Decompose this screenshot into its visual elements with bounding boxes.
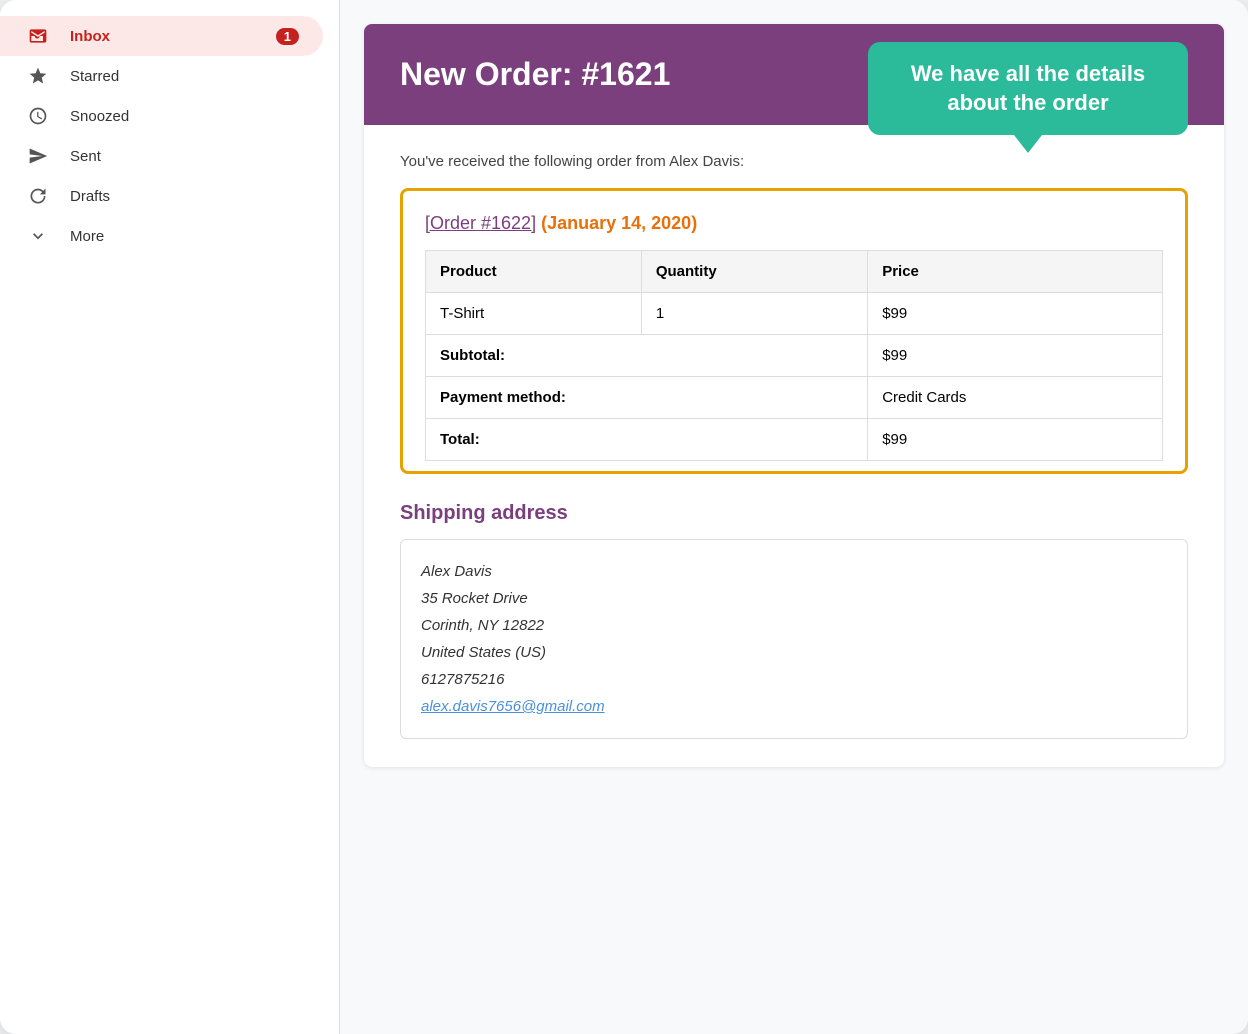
sidebar: Inbox 1 Starred Snoozed Sent <box>0 0 340 1034</box>
address-city-state: Corinth, NY 12822 <box>421 612 1167 639</box>
address-box: Alex Davis 35 Rocket Drive Corinth, NY 1… <box>400 539 1188 739</box>
order-title: [Order #1622] (January 14, 2020) <box>425 213 1163 234</box>
address-country: United States (US) <box>421 639 1167 666</box>
sidebar-item-sent-label: Sent <box>70 148 299 165</box>
sidebar-item-snoozed-label: Snoozed <box>70 108 299 125</box>
address-email[interactable]: alex.davis7656@gmail.com <box>421 698 605 715</box>
total-value: $99 <box>868 419 1163 461</box>
total-label: Total: <box>426 419 868 461</box>
sidebar-item-snoozed[interactable]: Snoozed <box>0 96 323 136</box>
drafts-icon <box>24 186 52 206</box>
col-product: Product <box>426 251 642 293</box>
sidebar-item-starred[interactable]: Starred <box>0 56 323 96</box>
payment-row: Payment method: Credit Cards <box>426 377 1163 419</box>
subtotal-value: $99 <box>868 335 1163 377</box>
sidebar-item-inbox-label: Inbox <box>70 28 276 45</box>
sidebar-item-drafts[interactable]: Drafts <box>0 176 323 216</box>
order-box: [Order #1622] (January 14, 2020) Product… <box>400 188 1188 474</box>
order-link[interactable]: [Order #1622] <box>425 213 536 233</box>
sidebar-item-sent[interactable]: Sent <box>0 136 323 176</box>
address-street: 35 Rocket Drive <box>421 585 1167 612</box>
clock-icon <box>24 106 52 126</box>
subtotal-row: Subtotal: $99 <box>426 335 1163 377</box>
table-row: T-Shirt 1 $99 <box>426 293 1163 335</box>
intro-text: You've received the following order from… <box>400 153 1188 170</box>
sidebar-item-more[interactable]: More <box>0 216 323 256</box>
inbox-badge: 1 <box>276 28 299 45</box>
inbox-icon <box>24 26 52 46</box>
address-name: Alex Davis <box>421 558 1167 585</box>
sidebar-item-drafts-label: Drafts <box>70 188 299 205</box>
email-container: New Order: #1621 We have all the details… <box>364 24 1224 767</box>
payment-label: Payment method: <box>426 377 868 419</box>
quantity-cell: 1 <box>641 293 867 335</box>
sidebar-item-inbox[interactable]: Inbox 1 <box>0 16 323 56</box>
total-row: Total: $99 <box>426 419 1163 461</box>
table-header-row: Product Quantity Price <box>426 251 1163 293</box>
tooltip-bubble: We have all the details about the order <box>868 42 1188 135</box>
tooltip-text: We have all the details about the order <box>911 61 1145 115</box>
order-table: Product Quantity Price T-Shirt 1 $99 <box>425 250 1163 461</box>
col-quantity: Quantity <box>641 251 867 293</box>
sidebar-item-starred-label: Starred <box>70 68 299 85</box>
address-phone: 6127875216 <box>421 666 1167 693</box>
email-body: You've received the following order from… <box>364 125 1224 767</box>
chevron-down-icon <box>24 226 52 246</box>
sidebar-item-more-label: More <box>70 228 299 245</box>
col-price: Price <box>868 251 1163 293</box>
order-date: (January 14, 2020) <box>541 213 697 233</box>
price-cell: $99 <box>868 293 1163 335</box>
main-content: New Order: #1621 We have all the details… <box>340 0 1248 1034</box>
email-header: New Order: #1621 We have all the details… <box>364 24 1224 125</box>
shipping-heading: Shipping address <box>400 502 1188 525</box>
payment-value: Credit Cards <box>868 377 1163 419</box>
app-window: Inbox 1 Starred Snoozed Sent <box>0 0 1248 1034</box>
subtotal-label: Subtotal: <box>426 335 868 377</box>
send-icon <box>24 146 52 166</box>
star-icon <box>24 66 52 86</box>
product-cell: T-Shirt <box>426 293 642 335</box>
